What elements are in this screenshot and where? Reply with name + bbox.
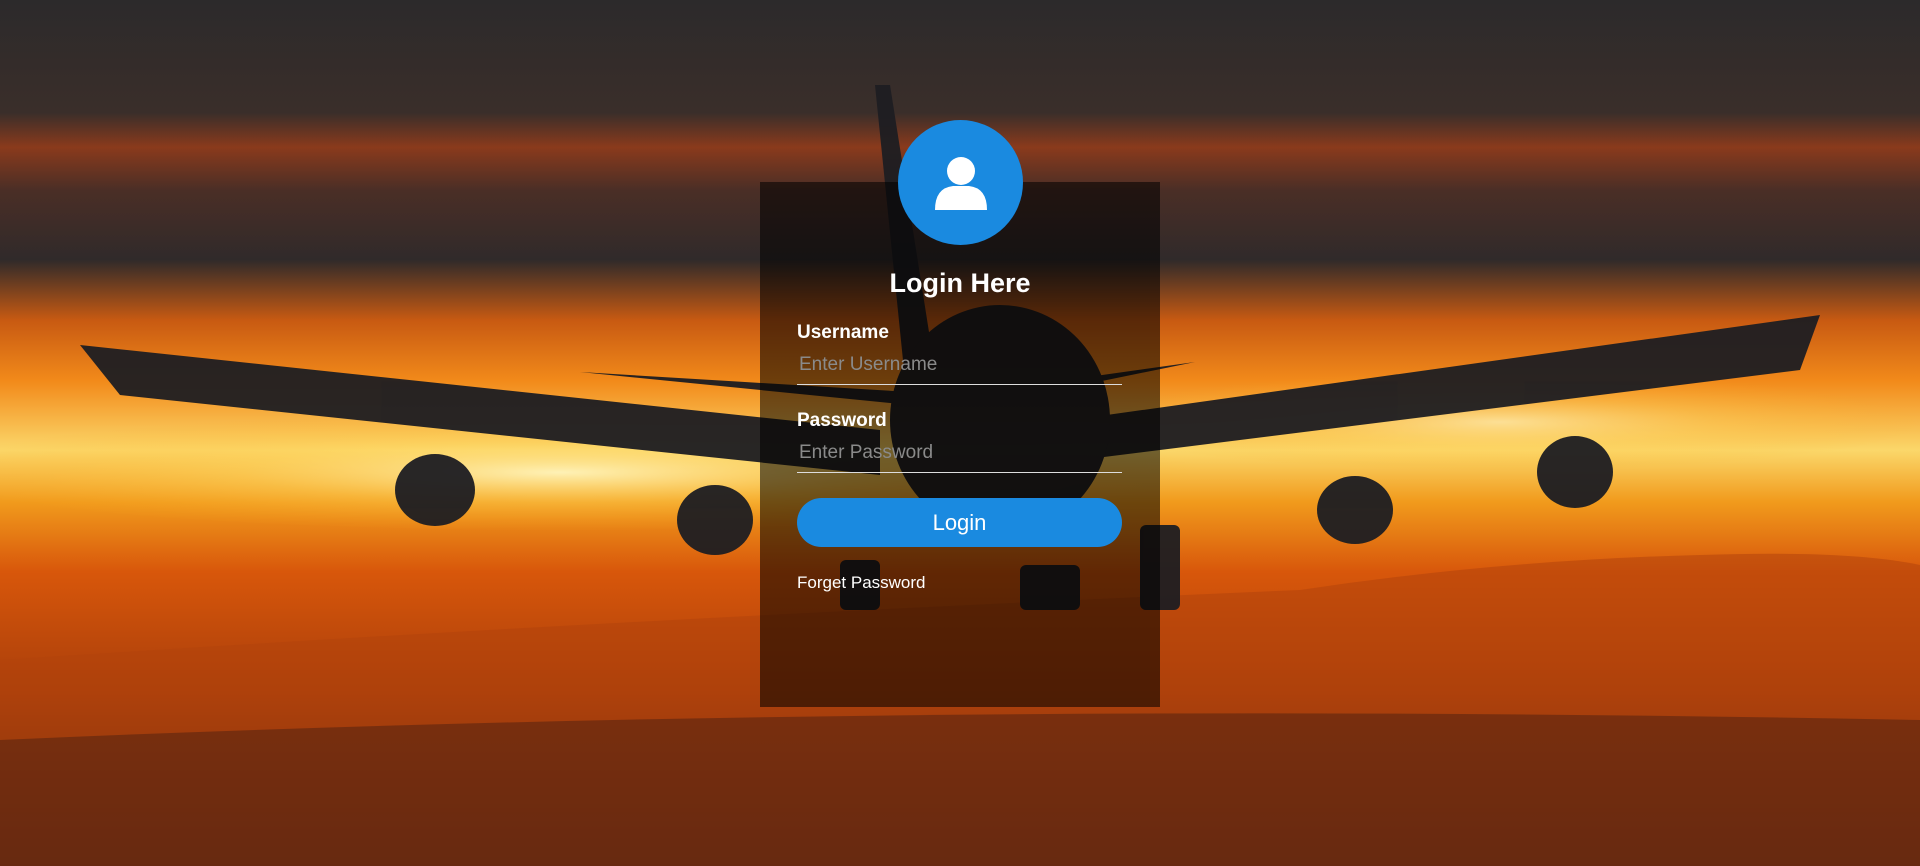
user-icon: [898, 120, 1023, 245]
username-label: Username: [797, 322, 889, 343]
forget-password-link[interactable]: Forget Password: [797, 573, 926, 593]
login-button[interactable]: Login: [797, 498, 1122, 547]
password-input[interactable]: [797, 438, 1122, 473]
password-label: Password: [797, 410, 887, 431]
username-input[interactable]: [797, 350, 1122, 385]
login-panel: Login Here Username Password Login Forge…: [760, 120, 1160, 707]
